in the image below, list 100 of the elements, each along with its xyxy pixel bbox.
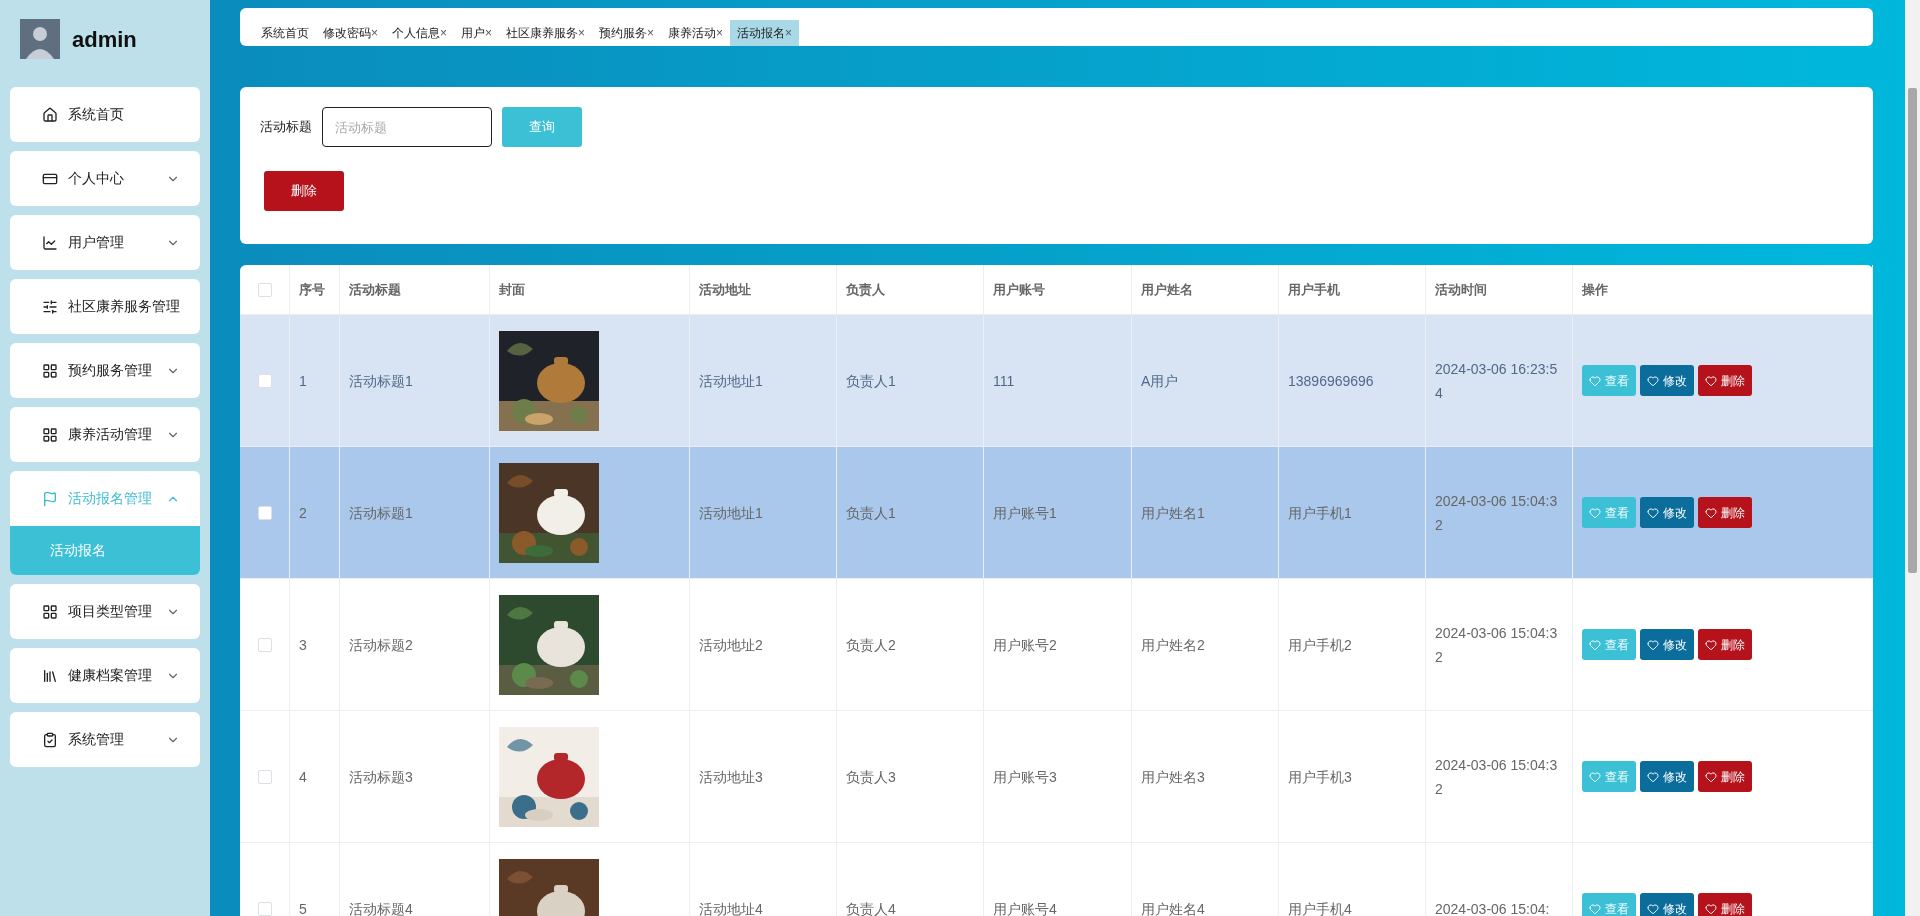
action-button[interactable]: 删除	[1698, 893, 1752, 916]
checkbox[interactable]	[257, 373, 272, 388]
grid-icon	[42, 603, 58, 620]
checkbox[interactable]	[257, 637, 272, 652]
flag-icon	[42, 490, 58, 507]
tab[interactable]: 系统首页	[254, 20, 316, 46]
table-cell-text: 负责人2	[846, 635, 896, 655]
heart-icon	[1647, 902, 1659, 915]
table-cell-text: 活动标题1	[349, 503, 413, 523]
heart-icon	[1705, 770, 1717, 783]
close-icon[interactable]: ×	[371, 24, 378, 42]
table-row[interactable]: 1 活动标题1 活动地址1 负责人1 111 A用户 13896969696 2024-03-06 16:23:54 查看 修改 删除	[240, 315, 1873, 447]
table-cell-text: 负责人1	[846, 503, 896, 523]
table-cell-text: 用户账号2	[993, 635, 1057, 655]
table-cell-text: 活动地址3	[699, 767, 763, 787]
heart-icon	[1705, 374, 1717, 387]
close-icon[interactable]: ×	[485, 24, 493, 42]
close-icon[interactable]: ×	[647, 24, 655, 42]
table-cell-text: A用户	[1141, 371, 1179, 391]
close-icon[interactable]: ×	[785, 24, 793, 42]
action-button[interactable]: 删除	[1698, 629, 1752, 660]
action-button[interactable]: 修改	[1640, 761, 1694, 792]
action-button[interactable]: 修改	[1640, 365, 1694, 396]
tab[interactable]: 修改密码×	[316, 20, 385, 46]
heart-icon	[1589, 506, 1601, 519]
table-cell-text: 用户手机3	[1288, 767, 1352, 787]
action-button[interactable]: 删除	[1698, 761, 1752, 792]
sidebar-item[interactable]: 系统管理	[10, 712, 200, 767]
sidebar-item[interactable]: 用户管理	[10, 215, 200, 270]
table-cell-text: 用户姓名1	[1141, 503, 1205, 523]
heart-icon	[1647, 506, 1659, 519]
table-cell-text: 负责人1	[846, 371, 896, 391]
sidebar-item[interactable]: 系统首页	[10, 87, 200, 142]
sidebar-item[interactable]: 个人中心	[10, 151, 200, 206]
checkbox[interactable]	[257, 282, 272, 297]
table-cell-text: 活动标题3	[349, 767, 413, 787]
field-label: 活动标题	[260, 118, 312, 137]
column-header: 操作	[1582, 280, 1608, 299]
heart-icon	[1589, 902, 1601, 915]
table-cell-text: 活动标题2	[349, 635, 413, 655]
heart-icon	[1705, 638, 1717, 651]
checkbox[interactable]	[257, 769, 272, 784]
close-icon[interactable]: ×	[716, 24, 724, 42]
checkbox[interactable]	[257, 901, 272, 916]
table-cell-text: 活动标题4	[349, 899, 413, 916]
table-cell-text: 2024-03-06 15:04:	[1435, 899, 1550, 916]
action-button[interactable]: 删除	[1698, 365, 1752, 396]
action-button[interactable]: 修改	[1640, 497, 1694, 528]
column-header: 活动地址	[699, 280, 751, 299]
column-header: 序号	[299, 280, 325, 299]
search-field[interactable]: 活动标题	[322, 107, 492, 147]
table-cell-text: 2024-03-06 15:04:32	[1435, 755, 1559, 799]
books-icon	[42, 667, 58, 684]
table-row[interactable]: 3 活动标题2 活动地址2 负责人2 用户账号2 用户姓名2 用户手机2 2024-03-06 15:04:32 查看 修改 删除	[240, 579, 1873, 711]
heart-icon	[1589, 770, 1601, 783]
tab[interactable]: 预约服务×	[592, 20, 662, 46]
action-button[interactable]: 修改	[1640, 629, 1694, 660]
delete-button[interactable]: 删除	[264, 171, 344, 211]
table-cell-text: 3	[299, 635, 307, 655]
table-cell-text: 用户姓名3	[1141, 767, 1205, 787]
table-cell-text: 活动标题1	[349, 371, 413, 391]
tab[interactable]: 活动报名×	[730, 20, 800, 46]
tab[interactable]: 康养活动×	[661, 20, 731, 46]
table-row[interactable]: 4 活动标题3 活动地址3 负责人3 用户账号3 用户姓名3 用户手机3 2024-03-06 15:04:32 查看 修改 删除	[240, 711, 1873, 843]
chart-icon	[42, 234, 58, 251]
table-cell-text: 用户账号3	[993, 767, 1057, 787]
close-icon[interactable]: ×	[440, 24, 448, 42]
table-cell-text: 13896969696	[1288, 371, 1374, 391]
column-header: 用户姓名	[1141, 280, 1193, 299]
table-row[interactable]: 2 活动标题1 活动地址1 负责人1 用户账号1 用户姓名1 用户手机1 2024-03-06 15:04:32 查看 修改 删除	[240, 447, 1873, 579]
table-cell-text: 111	[993, 371, 1015, 391]
column-header: 活动时间	[1435, 280, 1487, 299]
table-cell-text: 4	[299, 767, 307, 787]
action-button[interactable]: 修改	[1640, 893, 1694, 916]
heart-icon	[1705, 506, 1717, 519]
tab[interactable]: 个人信息×	[385, 20, 455, 46]
close-icon[interactable]: ×	[578, 24, 586, 42]
sidebar-item[interactable]: 项目类型管理	[10, 584, 200, 639]
home-icon	[42, 106, 58, 123]
table-cell-text: 活动地址1	[699, 503, 763, 523]
table-cell-text: 用户手机1	[1288, 503, 1352, 523]
sidebar-item[interactable]: 预约服务管理	[10, 343, 200, 398]
table-cell-text: 用户手机2	[1288, 635, 1352, 655]
checkbox[interactable]	[257, 505, 272, 520]
sidebar-item[interactable]: 社区康养服务管理	[10, 279, 200, 334]
tab[interactable]: 社区康养服务×	[499, 20, 593, 46]
sidebar-item[interactable]: 健康档案管理	[10, 648, 200, 703]
sliders-icon	[42, 298, 58, 315]
table-cell-text: 1	[299, 371, 307, 391]
heart-icon	[1589, 374, 1601, 387]
tab[interactable]: 用户×	[454, 20, 500, 46]
table-cell-text: 2024-03-06 15:04:32	[1435, 623, 1559, 667]
action-button[interactable]: 删除	[1698, 497, 1752, 528]
table-cell-text: 2024-03-06 16:23:54	[1435, 359, 1559, 403]
table-cell-text: 5	[299, 899, 307, 916]
grid-icon	[42, 362, 58, 379]
user-name: admin	[72, 25, 137, 54]
heart-icon	[1647, 638, 1659, 651]
sidebar-item[interactable]: 康养活动管理	[10, 407, 200, 462]
table-cell-text: 活动地址1	[699, 371, 763, 391]
